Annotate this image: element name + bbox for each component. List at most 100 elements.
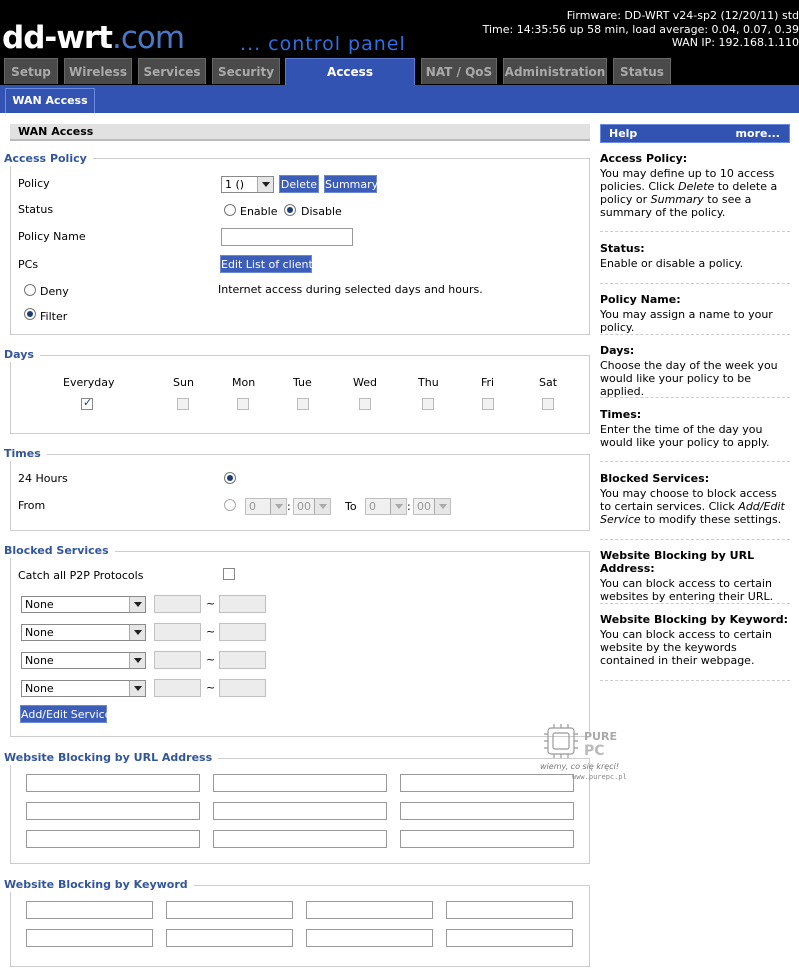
- help-text: to modify these settings.: [640, 513, 782, 526]
- from-radio[interactable]: [224, 499, 236, 511]
- blocked-service-select[interactable]: None: [21, 624, 146, 641]
- to-hour-select[interactable]: 0: [365, 498, 407, 515]
- blocked-service-select[interactable]: None: [21, 596, 146, 613]
- port-start-input[interactable]: [154, 679, 201, 697]
- keyword-input[interactable]: [446, 901, 573, 919]
- keyword-input[interactable]: [306, 929, 433, 947]
- subtab-wan-access[interactable]: WAN Access: [5, 88, 95, 113]
- keyword-input[interactable]: [166, 929, 293, 947]
- policy-name-input[interactable]: [221, 228, 353, 246]
- url-input[interactable]: [26, 774, 200, 792]
- add-edit-service-button[interactable]: Add/Edit Service: [20, 705, 111, 723]
- tab-access-restrictions[interactable]: Access Restrictions: [285, 58, 415, 85]
- url-input[interactable]: [400, 802, 574, 820]
- day-label-sun: Sun: [173, 376, 194, 389]
- section-title: WAN Access: [10, 124, 590, 141]
- summary-button[interactable]: Summary: [324, 175, 378, 193]
- delete-button[interactable]: Delete: [279, 175, 319, 193]
- help-policy-name: Policy Name: You may assign a name to yo…: [600, 293, 790, 335]
- help-heading: Times:: [600, 408, 642, 421]
- from-label: From: [18, 499, 46, 512]
- 24-hours-label: 24 Hours: [18, 472, 68, 485]
- to-label: To: [345, 500, 357, 513]
- url-input[interactable]: [400, 830, 574, 848]
- ddwrt-logo: dd-wrt.com: [2, 18, 185, 58]
- everyday-checkbox[interactable]: [81, 396, 93, 410]
- tab-setup[interactable]: Setup: [4, 58, 58, 84]
- p2p-checkbox[interactable]: [223, 568, 235, 580]
- main-tabs: Setup Wireless Services Security Access …: [0, 58, 799, 85]
- help-blocked-services: Blocked Services: You may choose to bloc…: [600, 472, 790, 540]
- keyword-input[interactable]: [26, 901, 153, 919]
- access-policy-legend: Access Policy: [4, 152, 93, 166]
- help-heading: Policy Name:: [600, 293, 681, 306]
- from-minute-select[interactable]: 00: [293, 498, 331, 515]
- policy-select[interactable]: 1 (): [221, 176, 274, 193]
- blocked-services-legend: Blocked Services: [4, 544, 115, 558]
- wan-ip: WAN IP: 192.168.1.110: [671, 36, 799, 49]
- port-end-input[interactable]: [219, 595, 266, 613]
- help-more-link[interactable]: more...: [736, 125, 780, 143]
- port-end-input[interactable]: [219, 679, 266, 697]
- url-input[interactable]: [213, 774, 387, 792]
- from-hour-select[interactable]: 0: [245, 498, 287, 515]
- url-input[interactable]: [26, 830, 200, 848]
- filter-radio[interactable]: [24, 308, 36, 320]
- control-panel-title: ... control panel: [240, 33, 406, 55]
- url-input[interactable]: [26, 802, 200, 820]
- help-heading: Blocked Services:: [600, 472, 710, 485]
- keyword-input[interactable]: [446, 929, 573, 947]
- port-start-input[interactable]: [154, 595, 201, 613]
- tilde-separator: ~: [206, 653, 216, 666]
- url-input[interactable]: [213, 830, 387, 848]
- 24-hours-radio[interactable]: [224, 472, 236, 484]
- blocked-service-select[interactable]: None: [21, 652, 146, 669]
- tab-security[interactable]: Security: [212, 58, 280, 84]
- tab-nat-qos[interactable]: NAT / QoS: [421, 58, 497, 84]
- port-start-input[interactable]: [154, 623, 201, 641]
- logo-main-text: dd-wrt: [2, 20, 113, 56]
- tab-administration[interactable]: Administration: [503, 58, 607, 84]
- url-input[interactable]: [213, 802, 387, 820]
- keyword-input[interactable]: [26, 929, 153, 947]
- url-input[interactable]: [400, 774, 574, 792]
- internet-access-text: Internet access during selected days and…: [218, 283, 483, 296]
- uptime: Time: 14:35:56 up 58 min, load average: …: [482, 22, 799, 36]
- port-start-input[interactable]: [154, 651, 201, 669]
- wed-checkbox[interactable]: [359, 398, 371, 410]
- blocked-service-value: None: [25, 654, 54, 667]
- tab-status[interactable]: Status: [613, 58, 671, 84]
- day-label-wed: Wed: [353, 376, 377, 389]
- tue-checkbox[interactable]: [297, 398, 309, 410]
- to-minute-select[interactable]: 00: [413, 498, 451, 515]
- deny-radio[interactable]: [24, 284, 36, 296]
- tab-wireless[interactable]: Wireless: [64, 58, 132, 84]
- sun-checkbox[interactable]: [177, 398, 189, 410]
- tilde-separator: ~: [206, 625, 216, 638]
- enable-radio[interactable]: [224, 204, 236, 216]
- keyword-input[interactable]: [166, 901, 293, 919]
- keyword-input[interactable]: [306, 901, 433, 919]
- tab-services[interactable]: Services: [138, 58, 206, 84]
- url-blocking-legend: Website Blocking by URL Address: [4, 751, 219, 765]
- header: dd-wrt.com ... control panel Firmware: D…: [0, 0, 799, 85]
- to-minute-value: 00: [417, 500, 431, 513]
- chevron-down-icon: [129, 597, 145, 612]
- edit-list-of-clients-button[interactable]: Edit List of clients: [220, 255, 319, 273]
- sat-checkbox[interactable]: [542, 398, 554, 410]
- mon-checkbox[interactable]: [237, 398, 249, 410]
- sub-navigation: WAN Access: [0, 85, 799, 113]
- keyword-blocking-fieldset: [10, 885, 590, 967]
- help-days: Days: Choose the day of the week you wou…: [600, 344, 790, 398]
- blocked-service-select[interactable]: None: [21, 680, 146, 697]
- thu-checkbox[interactable]: [422, 398, 434, 410]
- port-end-input[interactable]: [219, 651, 266, 669]
- chevron-down-icon: [270, 499, 286, 514]
- fri-checkbox[interactable]: [482, 398, 494, 410]
- policy-select-value: 1 (): [225, 178, 245, 191]
- day-label-everyday: Everyday: [63, 376, 115, 389]
- port-end-input[interactable]: [219, 623, 266, 641]
- times-legend: Times: [4, 447, 47, 461]
- help-text: Enable or disable a policy.: [600, 257, 744, 270]
- disable-radio[interactable]: [284, 204, 296, 216]
